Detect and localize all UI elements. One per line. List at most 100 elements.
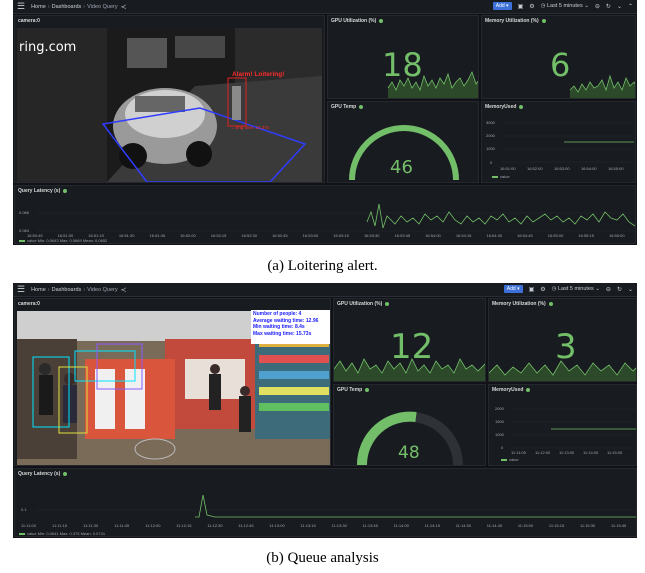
legend: value Min: 0.0641 Max: 0.375 Mean: 0.074… bbox=[19, 531, 105, 536]
time-range-picker[interactable]: ◷ Last 5 minutes ⌄ bbox=[541, 3, 589, 9]
x-tick: 16:52:00 bbox=[180, 233, 196, 238]
dashboard-queue: ☰ Home › Dashboards › Video Query ≺ Add ▾ ▣ … bbox=[13, 283, 637, 538]
breadcrumb: Home › Dashboards › Video Query bbox=[31, 3, 118, 10]
share-icon[interactable]: ≺ bbox=[121, 3, 127, 11]
video-panel: camera:0 ring.com Alarm! Loitering! ...r… bbox=[14, 15, 325, 183]
x-tick: 11:11:00 bbox=[21, 523, 36, 528]
save-icon[interactable]: ▣ bbox=[518, 3, 524, 10]
x-tick: 16:53:00 bbox=[302, 233, 319, 238]
refresh-icon[interactable]: ↻ bbox=[606, 3, 611, 10]
x-tick: 16:55:00 bbox=[608, 166, 624, 171]
legend: value bbox=[501, 457, 519, 462]
mem-util-value: 3 bbox=[555, 327, 577, 367]
gpu-temp-panel: GPU Temp 46 bbox=[327, 101, 479, 183]
x-tick: 11:14:00 bbox=[583, 450, 599, 455]
latency-panel: Query Latency (s) 0.1 11:11:00 11:11:15 11… bbox=[14, 468, 637, 537]
gpu-util-value: 12 bbox=[390, 327, 434, 367]
menu-icon[interactable]: ☰ bbox=[17, 285, 25, 294]
x-tick: 16:54:30 bbox=[486, 233, 503, 238]
latency-panel: Query Latency (s) 0.066 0.064 16:50:45 16… bbox=[14, 185, 636, 244]
x-tick: 16:54:45 bbox=[517, 233, 533, 238]
queue-stats: Number of people: 4 Average waiting time… bbox=[253, 311, 330, 337]
share-icon[interactable]: ≺ bbox=[121, 286, 127, 294]
zoom-out-icon[interactable]: ⊖ bbox=[595, 3, 600, 10]
gear-icon[interactable]: ⚙ bbox=[540, 286, 545, 293]
mem-used-panel: MemoryUsed 3000 2000 1000 0 16:51:00 16:… bbox=[481, 101, 636, 183]
mem-used-panel: MemoryUsed 2000 1500 1000 0 11:11:00 11:… bbox=[488, 384, 637, 466]
x-tick: 11:15:30 bbox=[579, 523, 596, 528]
breadcrumb-dashboards[interactable]: Dashboards bbox=[52, 287, 82, 293]
refresh-icon[interactable]: ↻ bbox=[617, 286, 622, 293]
breadcrumb: Home › Dashboards › Video Query bbox=[31, 286, 118, 293]
x-tick: 11:13:15 bbox=[300, 523, 316, 528]
x-tick: 16:53:00 bbox=[554, 166, 570, 171]
gpu-temp-panel: GPU Temp 48 bbox=[333, 384, 486, 466]
ring-watermark: ring.com bbox=[19, 40, 77, 55]
x-tick: 16:51:00 bbox=[500, 166, 516, 171]
x-tick: 11:14:00 bbox=[393, 523, 409, 528]
x-tick: 11:14:45 bbox=[486, 523, 503, 528]
gpu-util-panel: GPU Utilization (%) 18 bbox=[327, 15, 479, 99]
breadcrumb-home[interactable]: Home bbox=[31, 287, 46, 293]
x-tick: 16:52:30 bbox=[241, 233, 257, 238]
loiter-timer: ...ring time: 15.37s bbox=[232, 125, 270, 130]
x-tick: 11:15:00 bbox=[517, 523, 534, 528]
x-tick: 11:12:15 bbox=[176, 523, 192, 528]
x-tick: 16:55:00 bbox=[609, 233, 625, 238]
gpu-temp-value: 46 bbox=[390, 157, 413, 178]
add-button[interactable]: Add ▾ bbox=[503, 285, 523, 293]
breadcrumb-current: Video Query bbox=[87, 286, 118, 293]
add-button[interactable]: Add ▾ bbox=[492, 2, 512, 10]
x-tick: 11:13:00 bbox=[269, 523, 285, 528]
mem-util-panel: Memory Utilization (%) 3 bbox=[488, 298, 637, 382]
mem-util-panel: Memory Utilization (%) 6 bbox=[481, 15, 636, 99]
legend: value bbox=[492, 174, 510, 179]
x-tick: 16:54:00 bbox=[581, 166, 597, 171]
x-tick: 11:14:30 bbox=[455, 523, 472, 528]
x-tick: 16:53:15 bbox=[333, 233, 349, 238]
x-tick: 16:53:30 bbox=[363, 233, 380, 238]
x-tick: 16:55:00 bbox=[547, 233, 564, 238]
menu-icon[interactable]: ☰ bbox=[17, 2, 25, 11]
x-tick: 11:14:15 bbox=[424, 523, 440, 528]
x-tick: 11:12:00 bbox=[535, 450, 551, 455]
x-tick: 16:55:15 bbox=[578, 233, 594, 238]
x-tick: 11:11:00 bbox=[511, 450, 526, 455]
x-tick: 16:51:30 bbox=[118, 233, 135, 238]
dashboard-loitering: ☰ Home › Dashboards › Video Query ≺ Add ▾ ▣ … bbox=[13, 0, 637, 245]
chevron-down-icon[interactable]: ⌄ bbox=[617, 3, 622, 10]
gpu-util-value: 18 bbox=[382, 46, 423, 84]
x-tick: 11:12:30 bbox=[207, 523, 223, 528]
breadcrumb-home[interactable]: Home bbox=[31, 4, 46, 10]
top-bar: ☰ Home › Dashboards › Video Query ≺ Add ▾ ▣ … bbox=[13, 283, 637, 297]
x-tick: 11:13:30 bbox=[331, 523, 347, 528]
x-tick: 16:52:45 bbox=[272, 233, 288, 238]
x-tick: 11:11:15 bbox=[52, 523, 68, 528]
video-panel: camera:0 Number of people: 4 Average wai… bbox=[14, 298, 331, 466]
top-bar: ☰ Home › Dashboards › Video Query ≺ Add ▾ ▣ … bbox=[13, 0, 637, 14]
breadcrumb-dashboards[interactable]: Dashboards bbox=[52, 4, 82, 10]
x-tick: 16:52:00 bbox=[527, 166, 543, 171]
x-tick: 16:52:15 bbox=[210, 233, 227, 238]
chevron-down-icon[interactable]: ⌄ bbox=[628, 286, 633, 293]
time-range-picker[interactable]: ◷ Last 5 minutes ⌄ bbox=[552, 286, 600, 292]
zoom-out-icon[interactable]: ⊖ bbox=[606, 286, 611, 293]
gpu-temp-value: 48 bbox=[398, 443, 420, 463]
x-tick: 11:12:45 bbox=[238, 523, 254, 528]
legend: value Min: 0.0643 Max: 0.0669 Mean: 0.06… bbox=[19, 238, 107, 243]
gpu-util-panel: GPU Utilization (%) 12 bbox=[333, 298, 486, 382]
x-tick: 11:11:45 bbox=[114, 523, 130, 528]
x-tick: 11:13:00 bbox=[559, 450, 575, 455]
x-tick: 16:54:15 bbox=[455, 233, 472, 238]
x-tick: 11:15:45 bbox=[611, 523, 627, 528]
mem-util-value: 6 bbox=[550, 46, 571, 84]
x-tick: 11:11:30 bbox=[83, 523, 99, 528]
alert-text: Alarm! Loitering! bbox=[232, 71, 285, 78]
save-icon[interactable]: ▣ bbox=[529, 286, 535, 293]
gear-icon[interactable]: ⚙ bbox=[529, 3, 534, 10]
caption-a: (a) Loitering alert. bbox=[267, 258, 378, 274]
latency-chart bbox=[37, 203, 635, 232]
caption-b: (b) Queue analysis bbox=[266, 550, 379, 566]
collapse-icon[interactable]: ⌃ bbox=[628, 3, 633, 10]
x-tick: 16:51:45 bbox=[149, 233, 166, 238]
